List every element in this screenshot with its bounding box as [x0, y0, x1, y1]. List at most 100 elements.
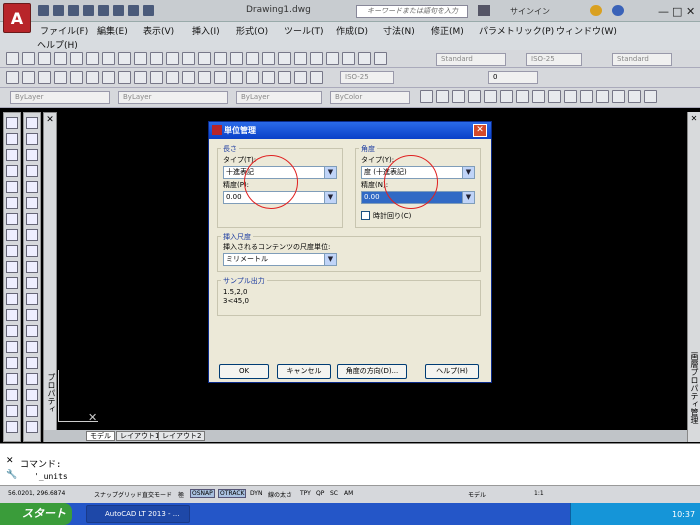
table-style-select[interactable]: Standard: [612, 53, 672, 66]
signin-link[interactable]: サインイン: [510, 6, 550, 17]
ok-button[interactable]: OK: [219, 364, 269, 379]
modify-palette: [23, 112, 41, 442]
qp-toggle[interactable]: QP: [316, 490, 324, 497]
menu-draw[interactable]: 作成(D): [336, 24, 368, 37]
modify-toolbar: [420, 90, 660, 105]
linetype-select[interactable]: ByLayer: [118, 91, 228, 104]
insert-scale-label: 挿入されるコンテンツの尺度単位:: [223, 243, 331, 251]
clock: 10:37: [672, 510, 696, 519]
dim-style-select-2[interactable]: ISO-25: [340, 71, 394, 84]
properties-label: プロパティ: [47, 373, 56, 413]
dyn-toggle[interactable]: DYN: [250, 490, 262, 497]
insert-units-select[interactable]: ミリメートル ▼: [223, 253, 337, 266]
taskbar-autocad-button[interactable]: AutoCAD LT 2013 - ...: [86, 505, 190, 523]
redo-icon[interactable]: [143, 5, 154, 16]
annotation-scale[interactable]: 1:1: [534, 490, 544, 497]
angle-precision-value: 0.00: [364, 193, 380, 201]
close-icon[interactable]: ✕: [688, 114, 700, 123]
tpy-toggle[interactable]: TPY: [300, 490, 311, 497]
layer-properties-label: 画層プロパティ管理: [690, 352, 699, 424]
help-icon[interactable]: [612, 5, 624, 16]
osnap-toggle[interactable]: OSNAP: [190, 489, 215, 498]
sample-output-group-label: サンプル出力: [221, 276, 267, 286]
tab-layout1[interactable]: レイアウト1: [116, 431, 164, 441]
start-button[interactable]: スタート: [0, 503, 72, 525]
wrench-icon[interactable]: 🔧: [6, 470, 17, 480]
menu-insert[interactable]: 挿入(I): [192, 24, 220, 37]
save-icon[interactable]: [68, 5, 79, 16]
polar-toggle[interactable]: 極: [178, 490, 184, 499]
clockwise-label: 時計回り(C): [373, 212, 412, 220]
coordinate-readout: 56.0201, 296.6874: [8, 490, 66, 497]
grid-toggle[interactable]: グリッド: [118, 490, 142, 499]
chevron-down-icon[interactable]: ▼: [324, 192, 336, 203]
menu-format[interactable]: 形式(O): [236, 24, 268, 37]
search-input[interactable]: キーワードまたは語句を入力: [356, 5, 468, 18]
standard-toolbar: [0, 50, 700, 68]
annotation-circle: [244, 155, 298, 209]
length-precision-value: 0.00: [226, 193, 242, 201]
direction-button[interactable]: 角度の方向(D)...: [337, 364, 407, 379]
tab-layout2[interactable]: レイアウト2: [158, 431, 206, 441]
print-icon[interactable]: [113, 5, 124, 16]
model-space-button[interactable]: モデル: [468, 490, 486, 499]
close-icon[interactable]: ✕: [686, 5, 695, 18]
chevron-down-icon[interactable]: ▼: [462, 192, 474, 203]
application-menu-button[interactable]: A: [3, 3, 31, 33]
sc-toggle[interactable]: SC: [330, 490, 338, 497]
snap-toggle[interactable]: スナップ: [94, 490, 118, 499]
annotation-circle: [384, 155, 438, 209]
exchange-icon[interactable]: [590, 5, 602, 16]
otrack-toggle[interactable]: OTRACK: [218, 489, 247, 498]
angle-type-label: タイプ(Y):: [361, 156, 395, 164]
tab-model[interactable]: モデル: [86, 431, 115, 441]
ortho-toggle[interactable]: 直交モード: [142, 490, 172, 499]
maximize-icon[interactable]: □: [672, 5, 682, 18]
undo-icon[interactable]: [128, 5, 139, 16]
dialog-close-button[interactable]: ✕: [473, 124, 487, 137]
command-window[interactable]: [0, 443, 700, 485]
cancel-button[interactable]: キャンセル: [277, 364, 331, 379]
chevron-down-icon[interactable]: ▼: [462, 167, 474, 178]
chevron-down-icon[interactable]: ▼: [324, 254, 336, 265]
new-icon[interactable]: [38, 5, 49, 16]
text-style-select[interactable]: Standard: [436, 53, 506, 66]
help-button[interactable]: ヘルプ(H): [425, 364, 479, 379]
sample-output-line2: 3<45,0: [223, 297, 249, 305]
layer-select[interactable]: 0: [488, 71, 538, 84]
color-select[interactable]: ByLayer: [10, 91, 110, 104]
menu-edit[interactable]: 編集(E): [97, 24, 128, 37]
open-icon[interactable]: [53, 5, 64, 16]
plotstyle-select[interactable]: ByColor: [330, 91, 410, 104]
angle-group-label: 角度: [359, 144, 377, 154]
chevron-down-icon[interactable]: ▼: [324, 167, 336, 178]
clockwise-checkbox[interactable]: [361, 211, 370, 220]
ucs-y-axis: [58, 370, 59, 422]
menu-parametric[interactable]: パラメトリック(P): [479, 24, 554, 37]
close-icon[interactable]: ✕: [44, 115, 56, 125]
insert-units-value: ミリメートル: [226, 255, 268, 263]
menu-window[interactable]: ウィンドウ(W): [556, 24, 617, 37]
menu-file[interactable]: ファイル(F): [40, 24, 88, 37]
app-icon: [212, 125, 222, 135]
lineweight-select[interactable]: ByLayer: [236, 91, 322, 104]
menu-modify[interactable]: 修正(M): [431, 24, 464, 37]
layer-properties-strip[interactable]: ✕ 画層プロパティ管理: [687, 112, 700, 442]
sample-output-line1: 1.5,2,0: [223, 288, 248, 296]
plot-icon[interactable]: [98, 5, 109, 16]
properties-palette-strip[interactable]: ✕ プロパティ: [43, 112, 57, 442]
save-as-icon[interactable]: [83, 5, 94, 16]
dim-style-select[interactable]: ISO-25: [526, 53, 582, 66]
menu-tools[interactable]: ツール(T): [284, 24, 324, 37]
minimize-icon[interactable]: —: [658, 5, 669, 18]
length-group-label: 長さ: [221, 144, 239, 154]
units-dialog: 単位管理 ✕ 長さ タイプ(T): 十進表記 ▼ 精度(P): 0.00 ▼ 角…: [208, 121, 492, 383]
binoculars-icon[interactable]: [478, 5, 490, 16]
draw-palette: [3, 112, 21, 442]
menu-view[interactable]: 表示(V): [143, 24, 174, 37]
am-toggle[interactable]: AM: [344, 490, 353, 497]
close-icon[interactable]: ✕: [6, 456, 14, 466]
lineweight-toggle[interactable]: 線の太さ: [268, 490, 292, 499]
command-input[interactable]: '_units: [34, 472, 68, 481]
menu-dimension[interactable]: 寸法(N): [383, 24, 415, 37]
